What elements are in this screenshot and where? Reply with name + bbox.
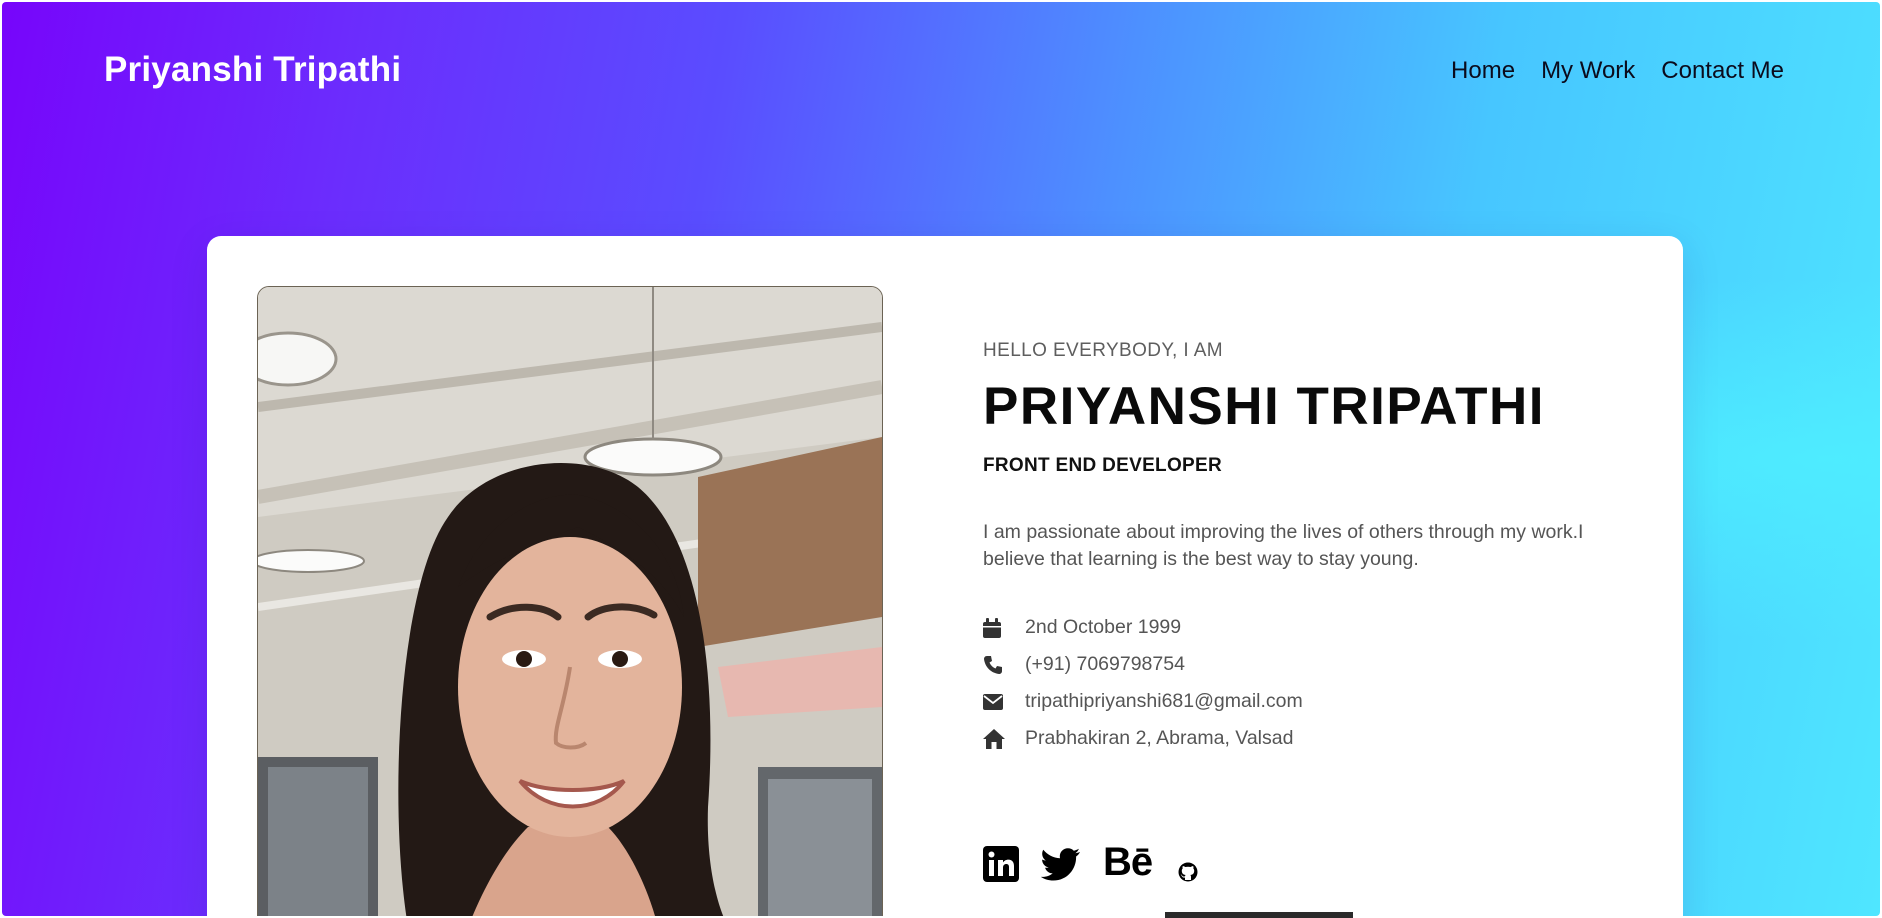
detail-address: Prabhakiran 2, Abrama, Valsad: [983, 720, 1623, 757]
linkedin-icon[interactable]: [983, 846, 1019, 882]
nav-contact-link[interactable]: Contact Me: [1661, 57, 1784, 85]
address-text: Prabhakiran 2, Abrama, Valsad: [1025, 727, 1294, 749]
twitter-icon[interactable]: [1041, 848, 1081, 882]
social-links: Bē: [983, 842, 1198, 882]
profile-photo-illustration: [258, 287, 882, 916]
envelope-icon: [983, 693, 1025, 710]
behance-icon[interactable]: Bē: [1103, 842, 1153, 882]
profile-bio: I am passionate about improving the live…: [983, 521, 1584, 570]
nav-my-work-link[interactable]: My Work: [1541, 57, 1635, 85]
profile-card: HELLO EVERYBODY, I AM PRIYANSHI TRIPATHI…: [207, 236, 1683, 916]
phone-text[interactable]: (+91) 7069798754: [1025, 653, 1185, 676]
detail-phone: (+91) 7069798754: [983, 646, 1623, 683]
birthday-text: 2nd October 1999: [1025, 616, 1182, 638]
greeting-text: HELLO EVERYBODY, I AM: [983, 340, 1224, 361]
email-text[interactable]: tripathipriyanshi681@gmail.com: [1025, 690, 1303, 713]
home-icon: [983, 728, 1025, 749]
github-icon[interactable]: [1178, 862, 1198, 882]
partial-thumbnail: [1165, 912, 1353, 918]
detail-birthday: 2nd October 1999: [983, 609, 1623, 646]
profile-name: PRIYANSHI TRIPATHI: [983, 377, 1545, 436]
main-nav: Home My Work Contact Me: [1451, 57, 1784, 85]
phone-icon: [983, 655, 1025, 675]
hero-background: Priyanshi Tripathi Home My Work Contact …: [2, 2, 1880, 916]
contact-details: 2nd October 1999 (+91) 7069798754 tripat…: [983, 609, 1623, 757]
calendar-icon: [983, 617, 1025, 638]
profile-photo: [257, 286, 883, 916]
detail-email: tripathipriyanshi681@gmail.com: [983, 683, 1623, 720]
profile-role: FRONT END DEVELOPER: [983, 455, 1222, 476]
site-brand[interactable]: Priyanshi Tripathi: [104, 50, 401, 90]
profile-info: HELLO EVERYBODY, I AM PRIYANSHI TRIPATHI…: [983, 340, 1623, 757]
nav-home-link[interactable]: Home: [1451, 57, 1515, 85]
